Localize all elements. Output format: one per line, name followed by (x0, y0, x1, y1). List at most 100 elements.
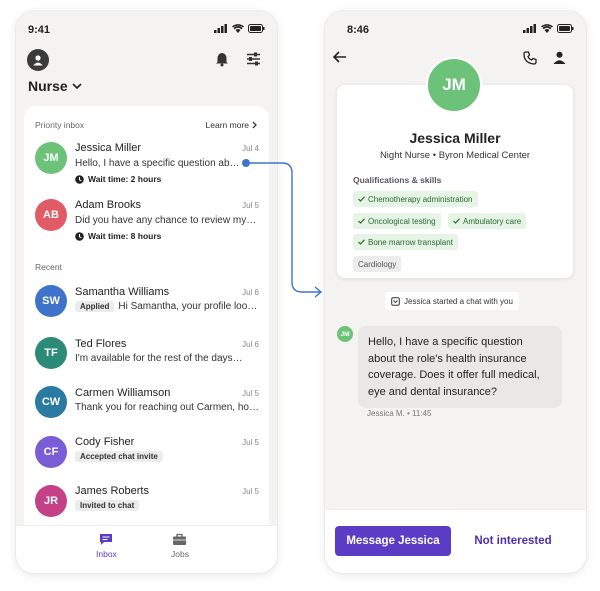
contact-name: James Roberts (75, 485, 149, 497)
chevron-right-icon (252, 121, 257, 129)
role-label: Nurse (28, 78, 68, 94)
filter-settings-icon[interactable] (246, 52, 261, 66)
clock-icon (75, 174, 84, 184)
avatar: CW (35, 386, 67, 418)
list-item[interactable]: AB Adam Brooks Jul 5 Did you have any ch… (24, 196, 269, 246)
avatar: JM (35, 142, 67, 174)
battery-icon (248, 24, 265, 33)
list-item[interactable]: SW Samantha Williams Jul 6 Applied Hi Sam… (24, 282, 269, 332)
message-preview: Applied Hi Samantha, your profile looks… (75, 301, 259, 312)
wifi-icon (541, 24, 553, 33)
message-date: Jul 5 (242, 438, 259, 447)
list-item[interactable]: CW Carmen Williamson Jul 5 Thank you for… (24, 383, 269, 433)
list-item[interactable]: JM Jessica Miller Jul 4 Hello, I have a … (24, 139, 269, 189)
inbox-screen: 9:41 Nurse Priority inbox Learn more JM … (16, 11, 277, 573)
chat-screen: 8:46 Jessica Miller Night Nurse • Byron … (325, 11, 586, 573)
chat-start-icon (391, 296, 400, 306)
inbox-header: Nurse (16, 47, 277, 107)
clock-icon (75, 231, 84, 241)
message-preview: I'm available for the rest of the days… (75, 353, 243, 364)
chat-icon (100, 534, 113, 545)
status-bar: 9:41 (16, 11, 277, 47)
contact-name: Adam Brooks (75, 199, 142, 211)
status-time: 8:46 (347, 24, 370, 36)
message-date: Jul 5 (242, 201, 259, 210)
wait-time-label: Wait time: 2 hours (88, 174, 162, 184)
status-badge: Applied (75, 301, 115, 312)
role-selector[interactable]: Nurse (28, 78, 82, 94)
wait-time: Wait time: 8 hours (75, 231, 161, 241)
signal-icon (214, 24, 227, 33)
sender-avatar: JM (337, 326, 353, 342)
user-icon (33, 55, 43, 66)
not-interested-button[interactable]: Not interested (461, 526, 565, 556)
briefcase-icon (173, 533, 187, 545)
contact-name: Jessica Miller (75, 142, 142, 154)
list-item[interactable]: CF Cody Fisher Jul 5 Accepted chat invit… (24, 433, 269, 483)
skill-chip-other: Cardiology (353, 256, 402, 272)
tab-jobs[interactable]: Jobs (171, 533, 189, 559)
back-arrow-icon[interactable] (333, 51, 347, 63)
skill-chip: Oncological testing (353, 213, 441, 229)
tab-inbox-label: Inbox (96, 549, 117, 559)
tab-jobs-label: Jobs (171, 549, 189, 559)
skill-label: Oncological testing (368, 216, 436, 226)
status-bar: 8:46 (325, 11, 586, 47)
message-date: Jul 5 (242, 487, 259, 496)
profile-avatar[interactable] (27, 49, 49, 71)
message-preview: Hello, I have a specific question about… (75, 158, 245, 169)
check-icon (358, 218, 365, 224)
status-badge: Accepted chat invite (75, 451, 163, 462)
message-meta: Jessica M. • 11:45 (367, 409, 432, 418)
avatar: CF (35, 436, 67, 468)
skill-label: Ambulatory care (463, 216, 522, 226)
contact-name: Cody Fisher (75, 436, 135, 448)
message-bubble: Hello, I have a specific question about … (358, 326, 562, 408)
wait-time-label: Wait time: 8 hours (88, 231, 162, 241)
chat-started-notice: Jessica started a chat with you (385, 292, 519, 310)
learn-more-link[interactable]: Learn more (206, 120, 257, 130)
inbox-list: Priority inbox Learn more JM Jessica Mil… (24, 106, 269, 525)
candidate-name: Jessica Miller (409, 130, 501, 146)
person-icon[interactable] (553, 51, 566, 64)
message-preview: Did you have any chance to review my… (75, 215, 257, 226)
avatar: SW (35, 285, 67, 317)
learn-more-label: Learn more (205, 120, 249, 130)
phone-icon[interactable] (523, 51, 537, 65)
priority-inbox-label: Priority inbox (35, 120, 85, 130)
status-time: 9:41 (28, 24, 51, 36)
check-icon (453, 218, 460, 224)
tab-inbox[interactable]: Inbox (96, 533, 117, 559)
candidate-profile-card: Jessica Miller Night Nurse • Byron Medic… (337, 85, 573, 278)
action-bar: Message Jessica Not interested (325, 509, 586, 573)
message-text: Hi Samantha, your profile looks… (118, 301, 259, 312)
status-badge: Invited to chat (75, 500, 140, 511)
message-preview: Accepted chat invite (75, 451, 259, 462)
list-item[interactable]: JR James Roberts Jul 5 Invited to chat (24, 482, 269, 525)
check-icon (358, 196, 365, 202)
avatar: AB (35, 199, 67, 231)
skill-chip: Chemotherapy administration (353, 191, 478, 207)
list-item[interactable]: TF Ted Flores Jul 6 I'm available for th… (24, 334, 269, 384)
skill-label: Bone marrow transplant (368, 237, 453, 247)
wifi-icon (232, 24, 244, 33)
message-date: Jul 4 (242, 144, 259, 153)
message-date: Jul 6 (242, 340, 259, 349)
qualifications-label: Qualifications & skills (353, 175, 442, 185)
message-candidate-button[interactable]: Message Jessica (335, 526, 451, 556)
message-date: Jul 5 (242, 389, 259, 398)
chat-started-label: Jessica started a chat with you (404, 296, 513, 306)
contact-name: Carmen Williamson (75, 387, 171, 399)
bottom-tab-bar: Inbox Jobs (16, 525, 277, 573)
message-date: Jul 6 (242, 288, 259, 297)
message-preview: Invited to chat (75, 500, 259, 511)
skill-label: Chemotherapy administration (368, 194, 473, 204)
skill-chip: Bone marrow transplant (353, 234, 458, 250)
check-icon (358, 239, 365, 245)
avatar: TF (35, 337, 67, 369)
contact-name: Samantha Williams (75, 286, 170, 298)
avatar: JR (35, 485, 67, 517)
bell-icon[interactable] (215, 52, 229, 67)
battery-icon (557, 24, 574, 33)
skill-chip: Ambulatory care (448, 213, 527, 229)
